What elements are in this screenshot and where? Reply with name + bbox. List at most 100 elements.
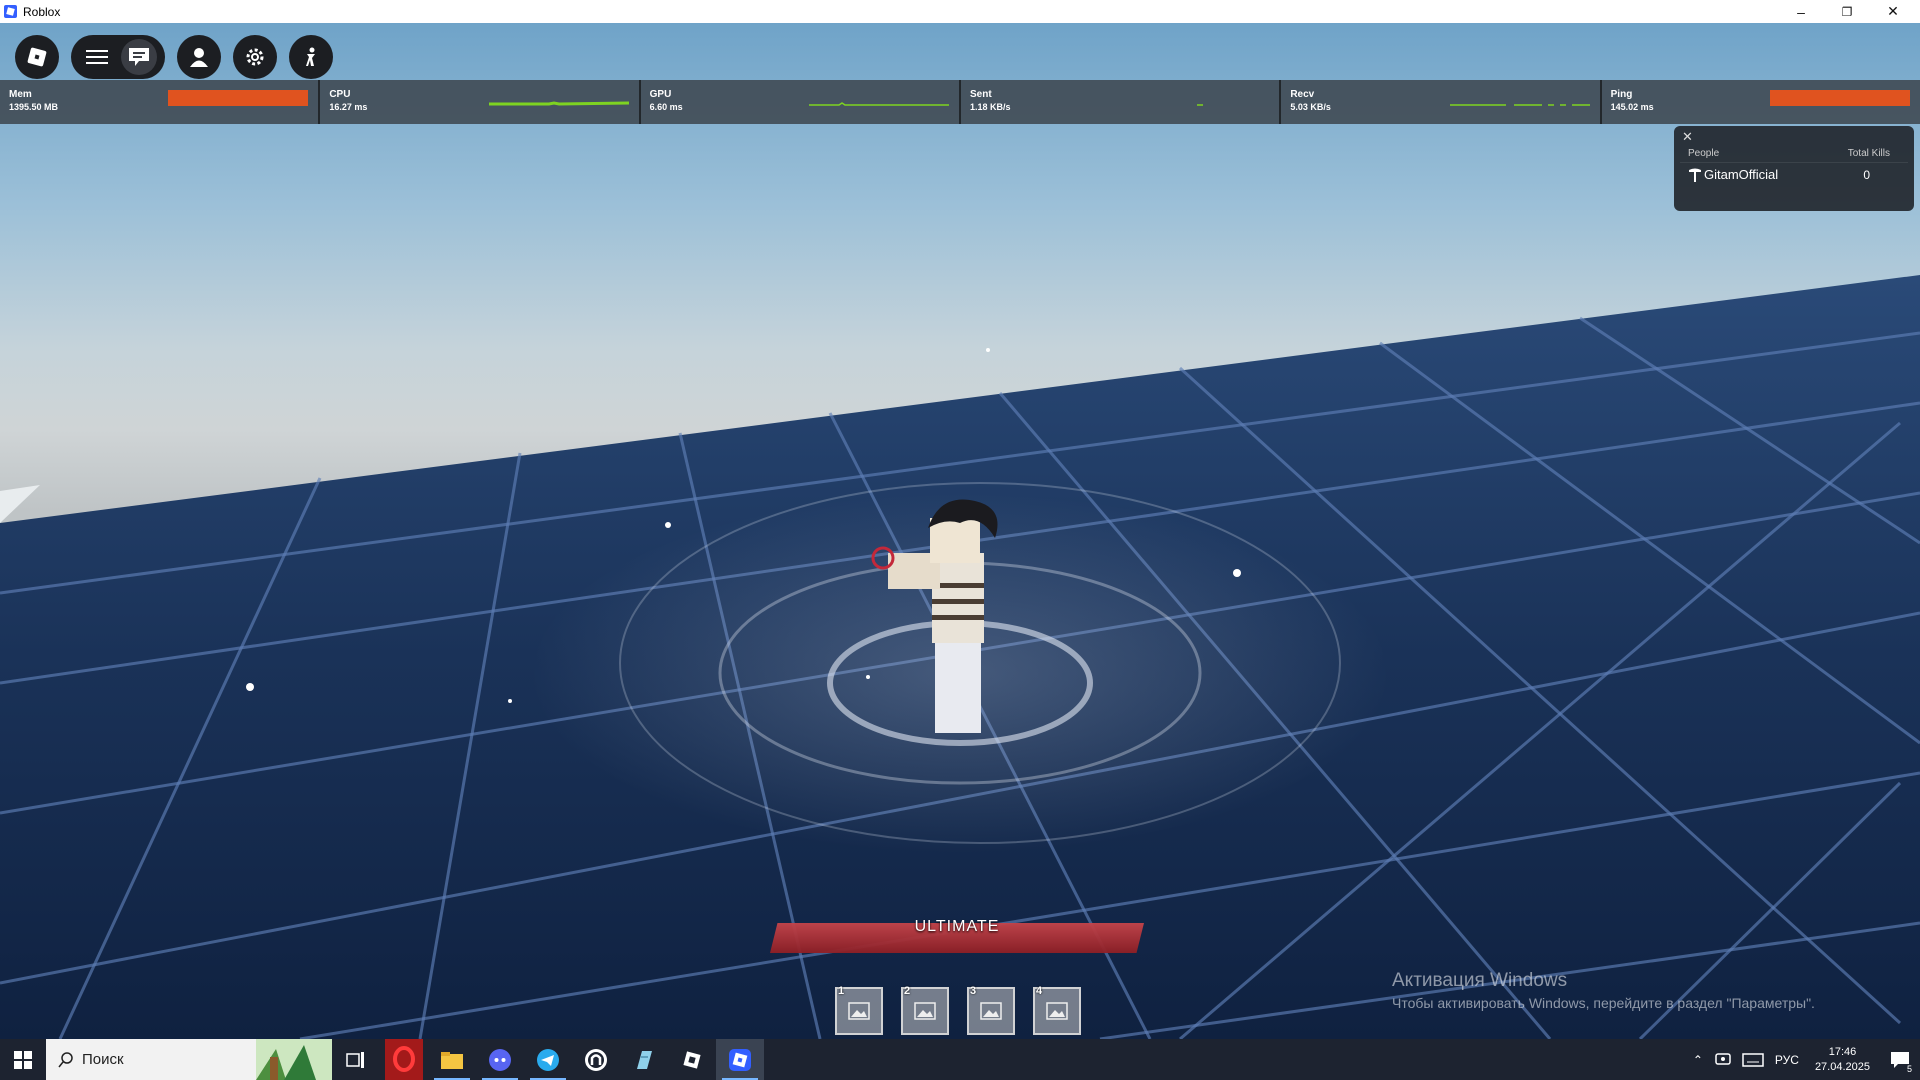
chat-button[interactable] bbox=[121, 39, 157, 75]
stat-label: Mem bbox=[9, 89, 32, 100]
roblox-menu-button[interactable] bbox=[15, 35, 59, 79]
clock-time: 17:46 bbox=[1828, 1045, 1857, 1058]
task-view-icon bbox=[346, 1051, 364, 1068]
windows-logo-icon bbox=[14, 1050, 32, 1069]
windows-activation-title: Активация Windows bbox=[1392, 970, 1568, 991]
settings-icon bbox=[246, 48, 264, 66]
start-button[interactable] bbox=[0, 1039, 46, 1080]
stat-value: 1395.50 MB bbox=[9, 102, 59, 112]
chat-icon bbox=[129, 48, 149, 66]
webcam-icon[interactable] bbox=[1714, 1052, 1732, 1068]
menu-chat-group bbox=[71, 35, 165, 79]
taskbar-file-explorer[interactable] bbox=[428, 1039, 476, 1080]
stat-label: CPU bbox=[329, 89, 351, 100]
taskbar-task-view[interactable] bbox=[332, 1039, 380, 1080]
minimize-button[interactable]: – bbox=[1778, 0, 1824, 23]
player-name: GitamOfficial bbox=[1704, 167, 1779, 182]
player-icon bbox=[1689, 168, 1701, 182]
taskbar-search-box[interactable]: Поиск bbox=[46, 1039, 332, 1080]
search-placeholder: Поиск bbox=[82, 1051, 124, 1068]
stat-graph bbox=[1449, 104, 1590, 106]
keyboard-icon[interactable] bbox=[1742, 1052, 1764, 1067]
search-highlight-image bbox=[256, 1039, 332, 1080]
slot-number: 1 bbox=[838, 985, 845, 997]
ultimate-label: ULTIMATE bbox=[914, 918, 1000, 935]
stat-graph bbox=[808, 102, 949, 106]
stat-ping[interactable]: Ping 145.02 ms bbox=[1602, 80, 1920, 124]
performance-stats-bar: Mem 1395.50 MB CPU 16.27 ms GPU 6.60 ms … bbox=[0, 80, 1920, 124]
stat-bar bbox=[1769, 90, 1910, 106]
stat-value: 5.03 KB/s bbox=[1290, 102, 1331, 112]
notification-center-button[interactable]: 5 bbox=[1880, 1039, 1920, 1080]
leaderboard: ✕ People Total Kills GitamOfficial 0 bbox=[1674, 126, 1914, 211]
stat-value: 16.27 ms bbox=[329, 102, 368, 112]
taskbar-roblox[interactable] bbox=[716, 1039, 764, 1080]
image-placeholder-icon bbox=[980, 1002, 1002, 1020]
stat-sent[interactable]: Sent 1.18 KB/s bbox=[961, 80, 1282, 124]
menu-icon bbox=[86, 50, 108, 64]
avatar-icon bbox=[190, 48, 208, 67]
search-icon bbox=[58, 1051, 73, 1067]
stat-label: Sent bbox=[969, 89, 992, 100]
stat-value: 145.02 ms bbox=[1610, 102, 1654, 112]
roblox-icon bbox=[729, 1048, 751, 1071]
stat-label: Recv bbox=[1290, 89, 1315, 100]
stat-mem[interactable]: Mem 1395.50 MB bbox=[0, 80, 321, 124]
stat-value: 1.18 KB/s bbox=[969, 102, 1011, 112]
stat-value: 6.60 ms bbox=[649, 102, 683, 112]
ultimate-bar: ULTIMATE bbox=[770, 918, 1144, 953]
stat-recv[interactable]: Recv 5.03 KB/s bbox=[1281, 80, 1602, 124]
slot-number: 3 bbox=[970, 985, 977, 997]
obs-icon bbox=[585, 1048, 607, 1071]
image-placeholder-icon bbox=[848, 1002, 870, 1020]
close-button[interactable]: ✕ bbox=[1870, 0, 1916, 23]
tray-overflow-chevron-icon[interactable]: ⌃ bbox=[1693, 1053, 1703, 1067]
roblox-studio-icon bbox=[683, 1050, 701, 1069]
settings-button[interactable] bbox=[233, 35, 277, 79]
slot-number: 2 bbox=[904, 985, 911, 997]
taskbar-obs[interactable] bbox=[572, 1039, 620, 1080]
emote-icon bbox=[306, 47, 315, 66]
leaderboard-row[interactable]: GitamOfficial 0 bbox=[1680, 162, 1908, 186]
leaderboard-close-icon[interactable]: ✕ bbox=[1682, 129, 1693, 145]
game-viewport[interactable]: Mem 1395.50 MB CPU 16.27 ms GPU 6.60 ms … bbox=[0, 23, 1920, 1039]
taskbar-opera[interactable] bbox=[380, 1039, 428, 1080]
stat-graph bbox=[1197, 104, 1204, 106]
stat-label: GPU bbox=[649, 89, 672, 100]
roblox-window: Roblox – ❐ ✕ Mem 1395.50 MB CPU 16.27 ms… bbox=[0, 0, 1920, 1080]
language-indicator[interactable]: РУС bbox=[1775, 1053, 1799, 1067]
image-placeholder-icon bbox=[914, 1002, 936, 1020]
image-placeholder-icon bbox=[1046, 1002, 1068, 1020]
hotbar: 1 2 3 4 bbox=[835, 985, 1081, 1035]
windows-taskbar: Поиск ⌃ РУС 17:46 27.04.2025 5 bbox=[0, 1039, 1920, 1080]
hotbar-slot[interactable]: 4 bbox=[1033, 985, 1081, 1035]
windows-activation-subtitle: Чтобы активировать Windows, перейдите в … bbox=[1392, 995, 1815, 1011]
avatar-button[interactable] bbox=[177, 35, 221, 79]
taskbar-telegram[interactable] bbox=[524, 1039, 572, 1080]
leaderboard-header-people: People bbox=[1688, 148, 1720, 159]
taskbar-notepad[interactable] bbox=[620, 1039, 668, 1080]
stat-cpu[interactable]: CPU 16.27 ms bbox=[320, 80, 641, 124]
hotbar-slot[interactable]: 1 bbox=[835, 985, 883, 1035]
slot-number: 4 bbox=[1036, 985, 1043, 997]
hotbar-slot[interactable]: 2 bbox=[901, 985, 949, 1035]
roblox-app-icon bbox=[4, 5, 17, 18]
system-tray: ⌃ РУС 17:46 27.04.2025 5 bbox=[1687, 1039, 1920, 1080]
notification-count: 5 bbox=[1904, 1064, 1914, 1074]
title-bar[interactable]: Roblox – ❐ ✕ bbox=[0, 0, 1920, 23]
stat-label: Ping bbox=[1610, 89, 1633, 100]
window-title: Roblox bbox=[23, 4, 61, 19]
discord-icon bbox=[489, 1048, 511, 1071]
restore-button[interactable]: ❐ bbox=[1824, 0, 1870, 23]
hotbar-slot[interactable]: 3 bbox=[967, 985, 1015, 1035]
roblox-logo-icon bbox=[27, 47, 47, 67]
clock[interactable]: 17:46 27.04.2025 bbox=[1815, 1045, 1870, 1075]
stat-gpu[interactable]: GPU 6.60 ms bbox=[641, 80, 961, 124]
hamburger-menu-button[interactable] bbox=[79, 39, 115, 75]
stat-bar bbox=[168, 90, 309, 106]
clock-date: 27.04.2025 bbox=[1814, 1060, 1870, 1073]
emote-button[interactable] bbox=[289, 35, 333, 79]
taskbar-roblox-studio[interactable] bbox=[668, 1039, 716, 1080]
opera-icon bbox=[385, 1039, 423, 1080]
taskbar-discord[interactable] bbox=[476, 1039, 524, 1080]
